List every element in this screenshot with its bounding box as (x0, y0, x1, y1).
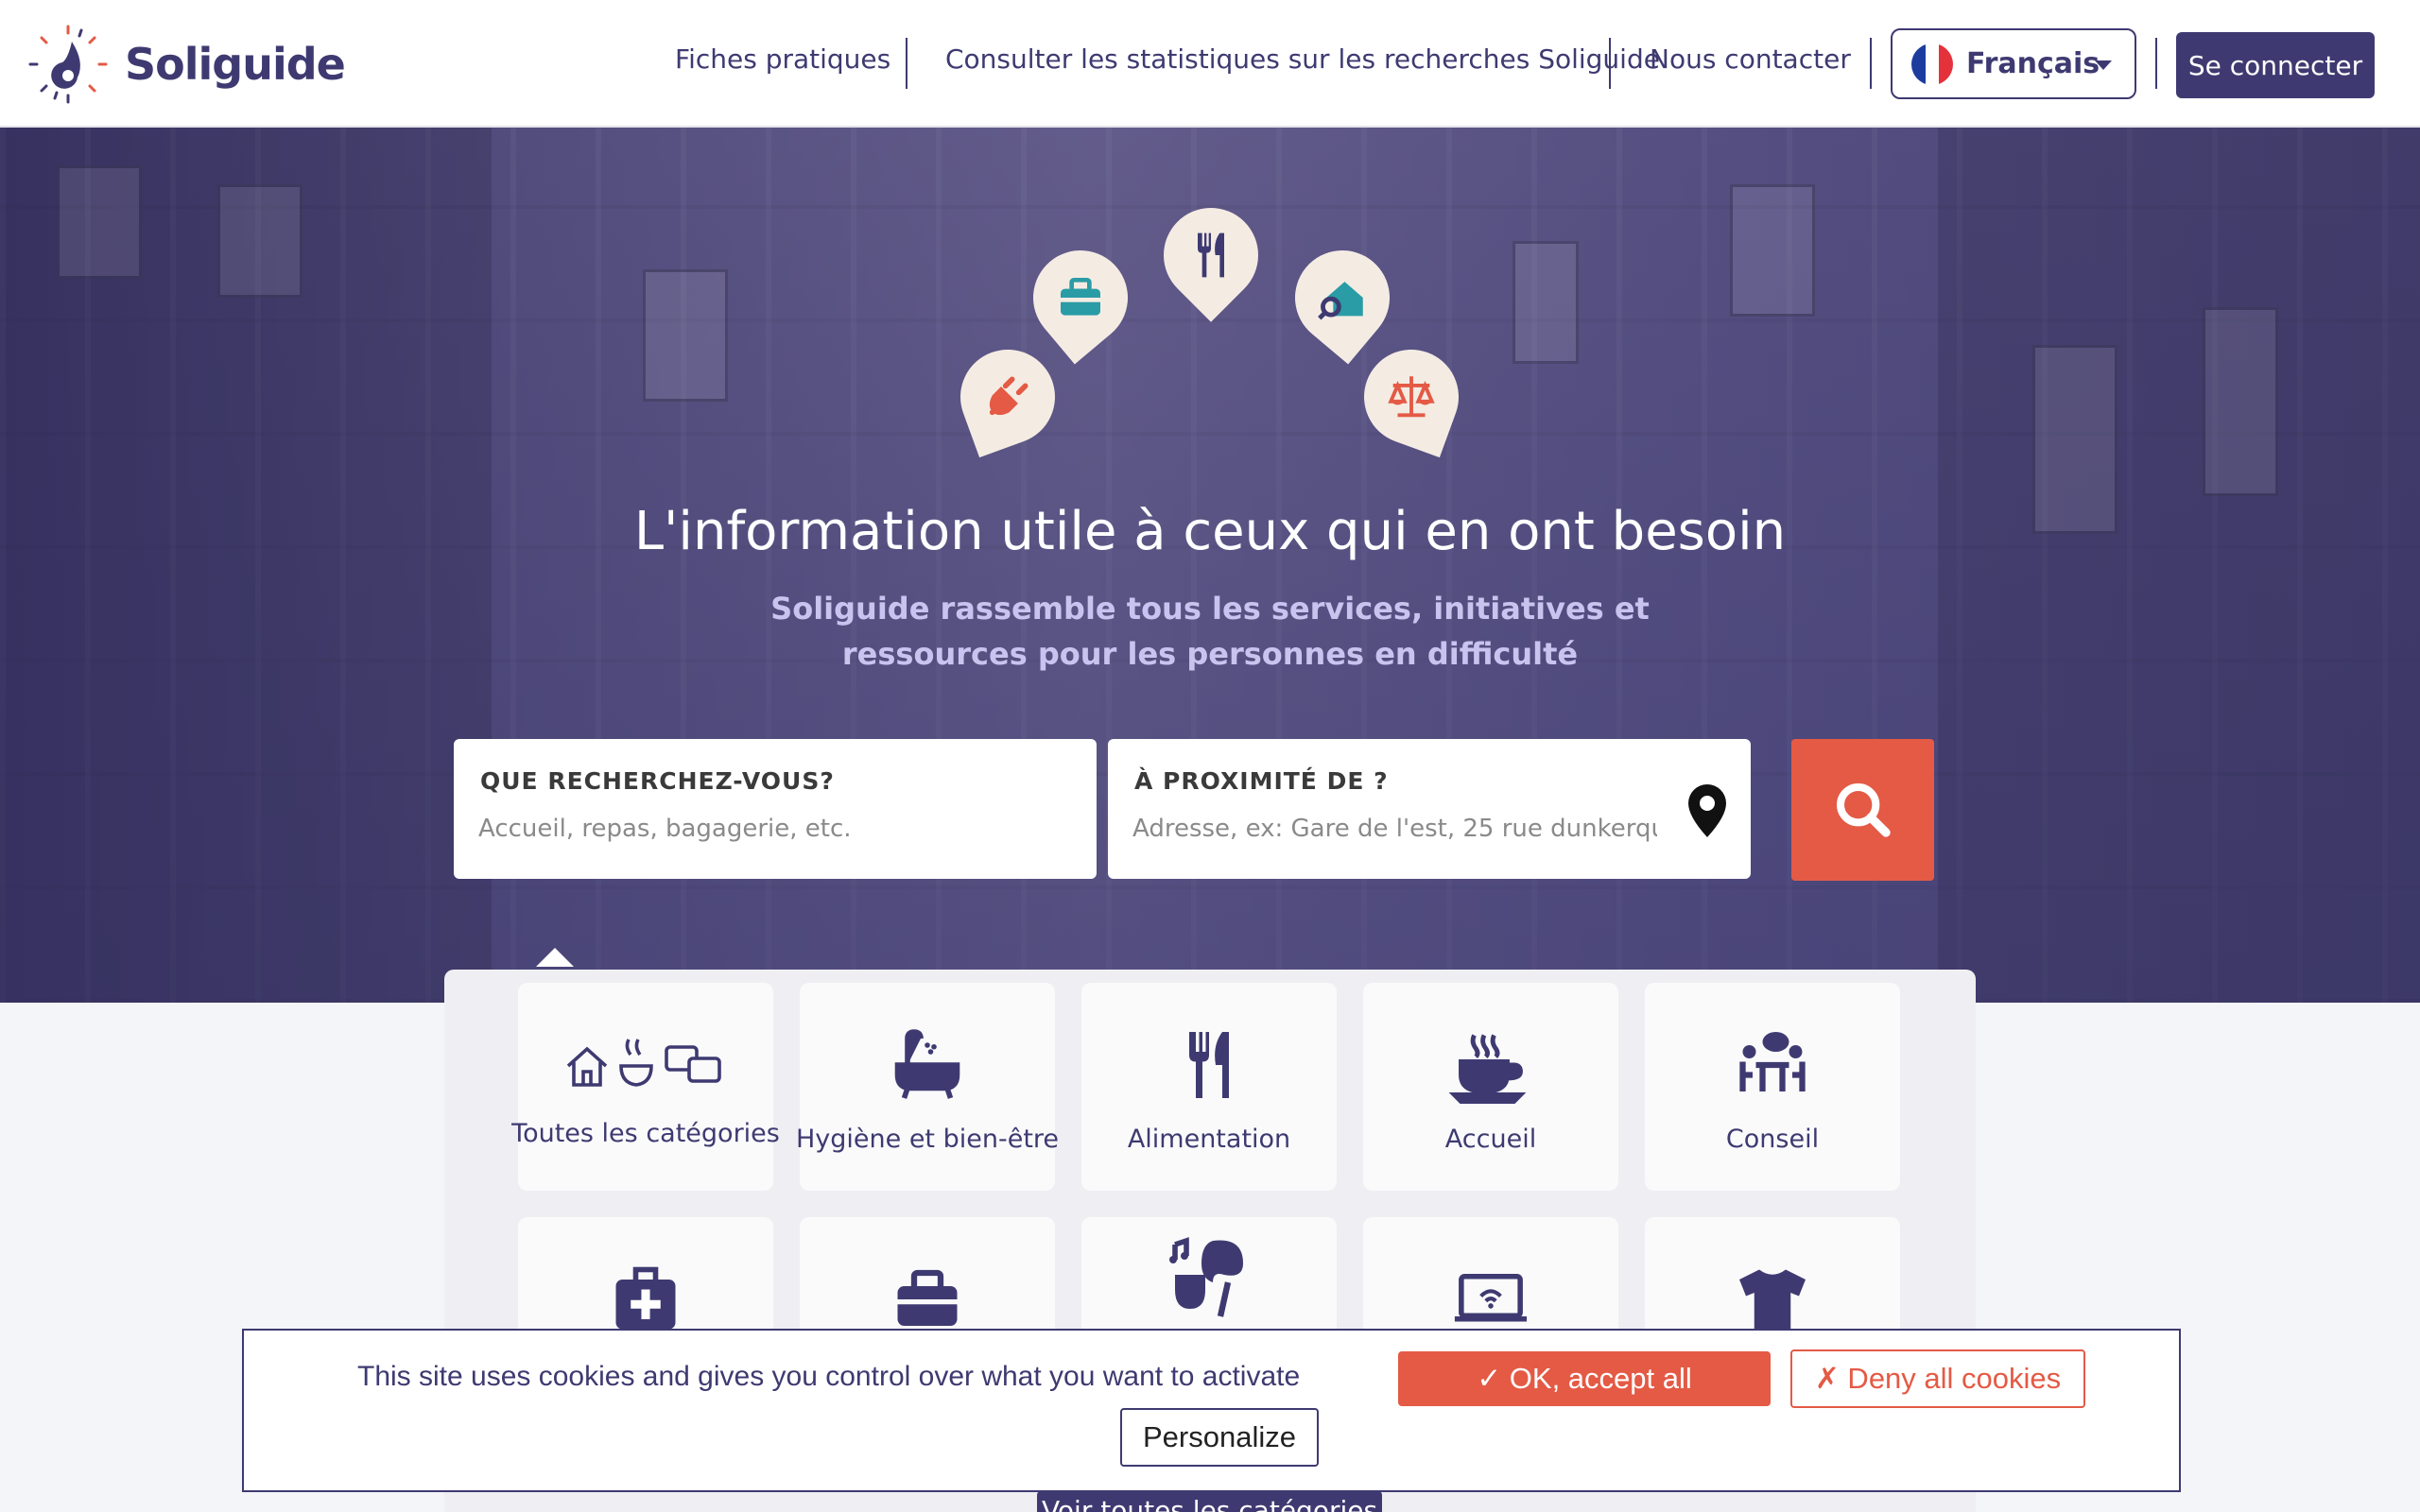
nav-statistiques[interactable]: Consulter les statistiques sur les reche… (945, 43, 1660, 75)
hero-background-building (1938, 128, 2420, 1003)
search-what-label: QUE RECHERCHEZ-VOUS? (480, 767, 835, 795)
category-label: Hygiène et bien-être (795, 1125, 1060, 1154)
category-label: Alimentation (1127, 1125, 1291, 1154)
category-alimentation[interactable]: Alimentation (1081, 983, 1337, 1191)
chevron-down-icon (2095, 60, 2112, 70)
category-conseil[interactable]: Conseil (1645, 983, 1900, 1191)
scales-icon (1388, 376, 1435, 418)
nav-divider (906, 38, 908, 89)
language-label: Français (1966, 47, 2100, 80)
hero-background-window (57, 165, 142, 279)
category-all[interactable]: Toutes les catégories (511, 983, 780, 1191)
cookie-personalize-button[interactable]: Personalize (1120, 1408, 1319, 1467)
hero-background-window (217, 184, 302, 298)
location-pin-icon[interactable] (1685, 782, 1730, 839)
search-what-input[interactable] (478, 807, 1074, 850)
nav-divider (2155, 38, 2157, 89)
site-header: Soliguide Fiches pratiques Consulter les… (0, 0, 2420, 128)
nav-divider (1870, 38, 1872, 89)
logo-text: Soliguide (125, 39, 346, 90)
hero-background-window (643, 269, 728, 402)
hero-background-window (1512, 241, 1579, 364)
bathtub-icon (888, 1022, 967, 1108)
cutlery-icon (1198, 232, 1224, 278)
login-button[interactable]: Se connecter (2176, 32, 2375, 98)
cutlery-icon (1169, 1022, 1249, 1108)
all-categories-icon (561, 1022, 731, 1108)
search-where-box: À PROXIMITÉ DE ? (1108, 739, 1751, 879)
category-label: Conseil (1725, 1125, 1820, 1154)
search-button[interactable] (1791, 739, 1934, 881)
house-search-icon (1318, 282, 1363, 320)
house-search-pin (1275, 231, 1409, 365)
panel-pointer (536, 948, 574, 967)
soliguide-logo-icon (28, 25, 108, 104)
search-what-box: QUE RECHERCHEZ-VOUS? (454, 739, 1097, 879)
nav-fiches-pratiques[interactable]: Fiches pratiques (675, 43, 890, 75)
category-label: Toutes les catégories (511, 1119, 780, 1148)
cookie-message: This site uses cookies and gives you con… (357, 1361, 1301, 1392)
nav-divider (1609, 38, 1611, 89)
language-select[interactable]: Français (1891, 28, 2136, 99)
french-flag-icon (1911, 43, 1953, 85)
coffee-cup-icon (1447, 1022, 1534, 1108)
category-label: Accueil (1444, 1125, 1537, 1154)
cookie-deny-button[interactable]: ✗ Deny all cookies (1790, 1349, 2085, 1408)
theater-icon (1164, 1236, 1254, 1321)
search-where-input[interactable] (1132, 807, 1657, 850)
scales-pin (1350, 335, 1473, 458)
plug-icon (989, 376, 1028, 416)
nav-contact[interactable]: Nous contacter (1650, 43, 1851, 75)
logo[interactable]: Soliguide (25, 21, 346, 108)
meeting-icon (1733, 1022, 1812, 1108)
briefcase-pin (1013, 231, 1148, 365)
hero-background-window (1730, 184, 1815, 317)
see-all-categories-button[interactable]: Voir toutes les catégories (1037, 1491, 1382, 1512)
hero-subtitle: Soliguide rassemble tous les services, i… (770, 591, 1650, 672)
plug-pin (946, 335, 1069, 458)
category-hygiene[interactable]: Hygiène et bien-être (796, 983, 1059, 1191)
cookie-accept-button[interactable]: ✓ OK, accept all (1398, 1351, 1771, 1406)
hero-title: L'information utile à ceux qui en ont be… (633, 501, 1787, 562)
briefcase-icon (1061, 278, 1100, 316)
search-icon (1836, 783, 1891, 837)
cookie-banner: This site uses cookies and gives you con… (242, 1329, 2181, 1492)
cutlery-pin (1144, 188, 1278, 322)
hero-background-window (2203, 307, 2278, 496)
category-accueil[interactable]: Accueil (1363, 983, 1618, 1191)
search-where-label: À PROXIMITÉ DE ? (1134, 767, 1389, 795)
